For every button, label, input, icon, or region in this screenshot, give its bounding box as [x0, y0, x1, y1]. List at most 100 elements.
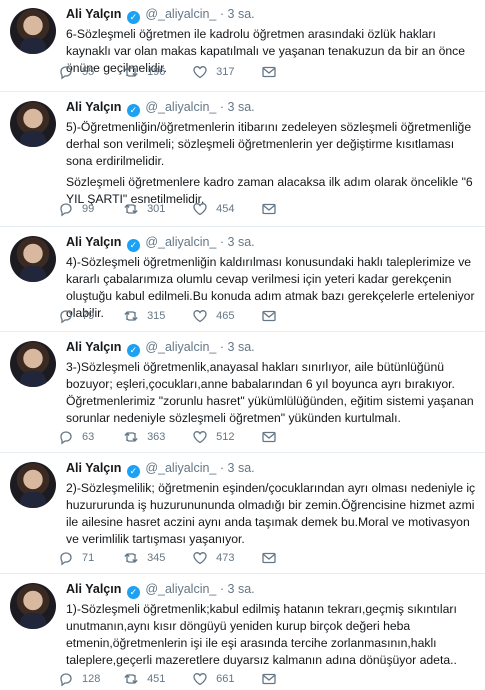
reply-button[interactable]: 128 [58, 671, 120, 687]
tweet[interactable]: Ali Yalçın ✓ @_aliyalcin_ · 3 sa. 6-Sözl… [0, 0, 485, 92]
message-button[interactable] [261, 64, 281, 80]
tweet-paragraph: 1)-Sözleşmeli öğretmenlik;kabul edilmiş … [66, 602, 457, 667]
like-button[interactable]: 661 [192, 671, 258, 687]
author-handle[interactable]: @_aliyalcin_ [145, 461, 216, 475]
verified-badge-icon: ✓ [126, 586, 140, 599]
author-handle[interactable]: @_aliyalcin_ [145, 100, 216, 114]
like-button[interactable]: 473 [192, 550, 258, 566]
like-count: 465 [216, 310, 235, 322]
author-handle[interactable]: @_aliyalcin_ [145, 340, 216, 354]
envelope-icon [261, 671, 277, 687]
retweet-icon [123, 64, 139, 80]
tweet[interactable]: Ali Yalçın ✓ @_aliyalcin_ · 3 sa. 2)-Söz… [0, 454, 485, 574]
reply-button[interactable]: 63 [58, 429, 120, 445]
envelope-icon [261, 308, 277, 324]
message-button[interactable] [261, 201, 281, 217]
avatar[interactable] [10, 583, 56, 629]
tweet-actions: 99 301 454 [58, 201, 281, 217]
retweet-count: 451 [147, 673, 166, 685]
reply-icon [58, 550, 74, 566]
verified-badge-icon: ✓ [126, 465, 140, 478]
tweet-header: Ali Yalçın ✓ @_aliyalcin_ · 3 sa. [66, 235, 255, 252]
tweet-header: Ali Yalçın ✓ @_aliyalcin_ · 3 sa. [66, 340, 255, 357]
retweet-button[interactable]: 196 [123, 64, 189, 80]
envelope-icon [261, 64, 277, 80]
author-name[interactable]: Ali Yalçın [66, 100, 121, 114]
reply-count: 79 [82, 310, 95, 322]
timestamp[interactable]: 3 sa. [228, 7, 255, 21]
tweet[interactable]: Ali Yalçın ✓ @_aliyalcin_ · 3 sa. 4)-Söz… [0, 228, 485, 332]
tweet-actions: 128 451 661 [58, 671, 281, 687]
envelope-icon [261, 550, 277, 566]
message-button[interactable] [261, 429, 281, 445]
tweet-paragraph: 3-)Sözleşmeli öğretmenlik,anayasal hakla… [66, 360, 474, 425]
author-name[interactable]: Ali Yalçın [66, 582, 121, 596]
separator-dot: · [219, 100, 225, 114]
reply-button[interactable]: 55 [58, 64, 120, 80]
like-button[interactable]: 317 [192, 64, 258, 80]
message-button[interactable] [261, 308, 281, 324]
tweet-header: Ali Yalçın ✓ @_aliyalcin_ · 3 sa. [66, 582, 255, 599]
tweet-header: Ali Yalçın ✓ @_aliyalcin_ · 3 sa. [66, 7, 255, 24]
reply-icon [58, 671, 74, 687]
retweet-button[interactable]: 363 [123, 429, 189, 445]
author-name[interactable]: Ali Yalçın [66, 340, 121, 354]
avatar[interactable] [10, 8, 56, 54]
like-button[interactable]: 454 [192, 201, 258, 217]
timestamp[interactable]: 3 sa. [228, 461, 255, 475]
reply-button[interactable]: 79 [58, 308, 120, 324]
avatar[interactable] [10, 101, 56, 147]
separator-dot: · [219, 340, 225, 354]
retweet-icon [123, 550, 139, 566]
reply-button[interactable]: 99 [58, 201, 120, 217]
tweet-paragraph: 2)-Sözleşmelilik; öğretmenin eşinden/çoc… [66, 481, 476, 546]
tweet-paragraph: 5)-Öğretmenliğin/öğretmenlerin itibarını… [66, 120, 472, 168]
timestamp[interactable]: 3 sa. [228, 340, 255, 354]
tweet-header: Ali Yalçın ✓ @_aliyalcin_ · 3 sa. [66, 461, 255, 478]
like-count: 317 [216, 66, 235, 78]
tweet[interactable]: Ali Yalçın ✓ @_aliyalcin_ · 3 sa. 5)-Öğr… [0, 93, 485, 227]
author-handle[interactable]: @_aliyalcin_ [145, 7, 216, 21]
retweet-count: 301 [147, 203, 166, 215]
retweet-button[interactable]: 315 [123, 308, 189, 324]
author-name[interactable]: Ali Yalçın [66, 461, 121, 475]
retweet-count: 345 [147, 552, 166, 564]
retweet-count: 363 [147, 431, 166, 443]
heart-icon [192, 550, 208, 566]
heart-icon [192, 429, 208, 445]
retweet-button[interactable]: 451 [123, 671, 189, 687]
author-handle[interactable]: @_aliyalcin_ [145, 235, 216, 249]
like-button[interactable]: 512 [192, 429, 258, 445]
message-button[interactable] [261, 671, 281, 687]
verified-badge-icon: ✓ [126, 11, 140, 24]
reply-icon [58, 429, 74, 445]
tweet-actions: 71 345 473 [58, 550, 281, 566]
message-button[interactable] [261, 550, 281, 566]
tweet-actions: 63 363 512 [58, 429, 281, 445]
avatar[interactable] [10, 341, 56, 387]
envelope-icon [261, 201, 277, 217]
reply-icon [58, 201, 74, 217]
author-handle[interactable]: @_aliyalcin_ [145, 582, 216, 596]
retweet-icon [123, 308, 139, 324]
retweet-count: 196 [147, 66, 166, 78]
reply-icon [58, 308, 74, 324]
retweet-button[interactable]: 301 [123, 201, 189, 217]
timestamp[interactable]: 3 sa. [228, 100, 255, 114]
like-count: 512 [216, 431, 235, 443]
avatar[interactable] [10, 462, 56, 508]
reply-button[interactable]: 71 [58, 550, 120, 566]
timestamp[interactable]: 3 sa. [228, 582, 255, 596]
timestamp[interactable]: 3 sa. [228, 235, 255, 249]
tweet-header: Ali Yalçın ✓ @_aliyalcin_ · 3 sa. [66, 100, 255, 117]
author-name[interactable]: Ali Yalçın [66, 235, 121, 249]
tweet-actions: 55 196 317 [58, 64, 281, 80]
retweet-icon [123, 671, 139, 687]
tweet[interactable]: Ali Yalçın ✓ @_aliyalcin_ · 3 sa. 1)-Söz… [0, 575, 485, 690]
author-name[interactable]: Ali Yalçın [66, 7, 121, 21]
like-button[interactable]: 465 [192, 308, 258, 324]
retweet-button[interactable]: 345 [123, 550, 189, 566]
like-count: 454 [216, 203, 235, 215]
avatar[interactable] [10, 236, 56, 282]
tweet[interactable]: Ali Yalçın ✓ @_aliyalcin_ · 3 sa. 3-)Söz… [0, 333, 485, 453]
